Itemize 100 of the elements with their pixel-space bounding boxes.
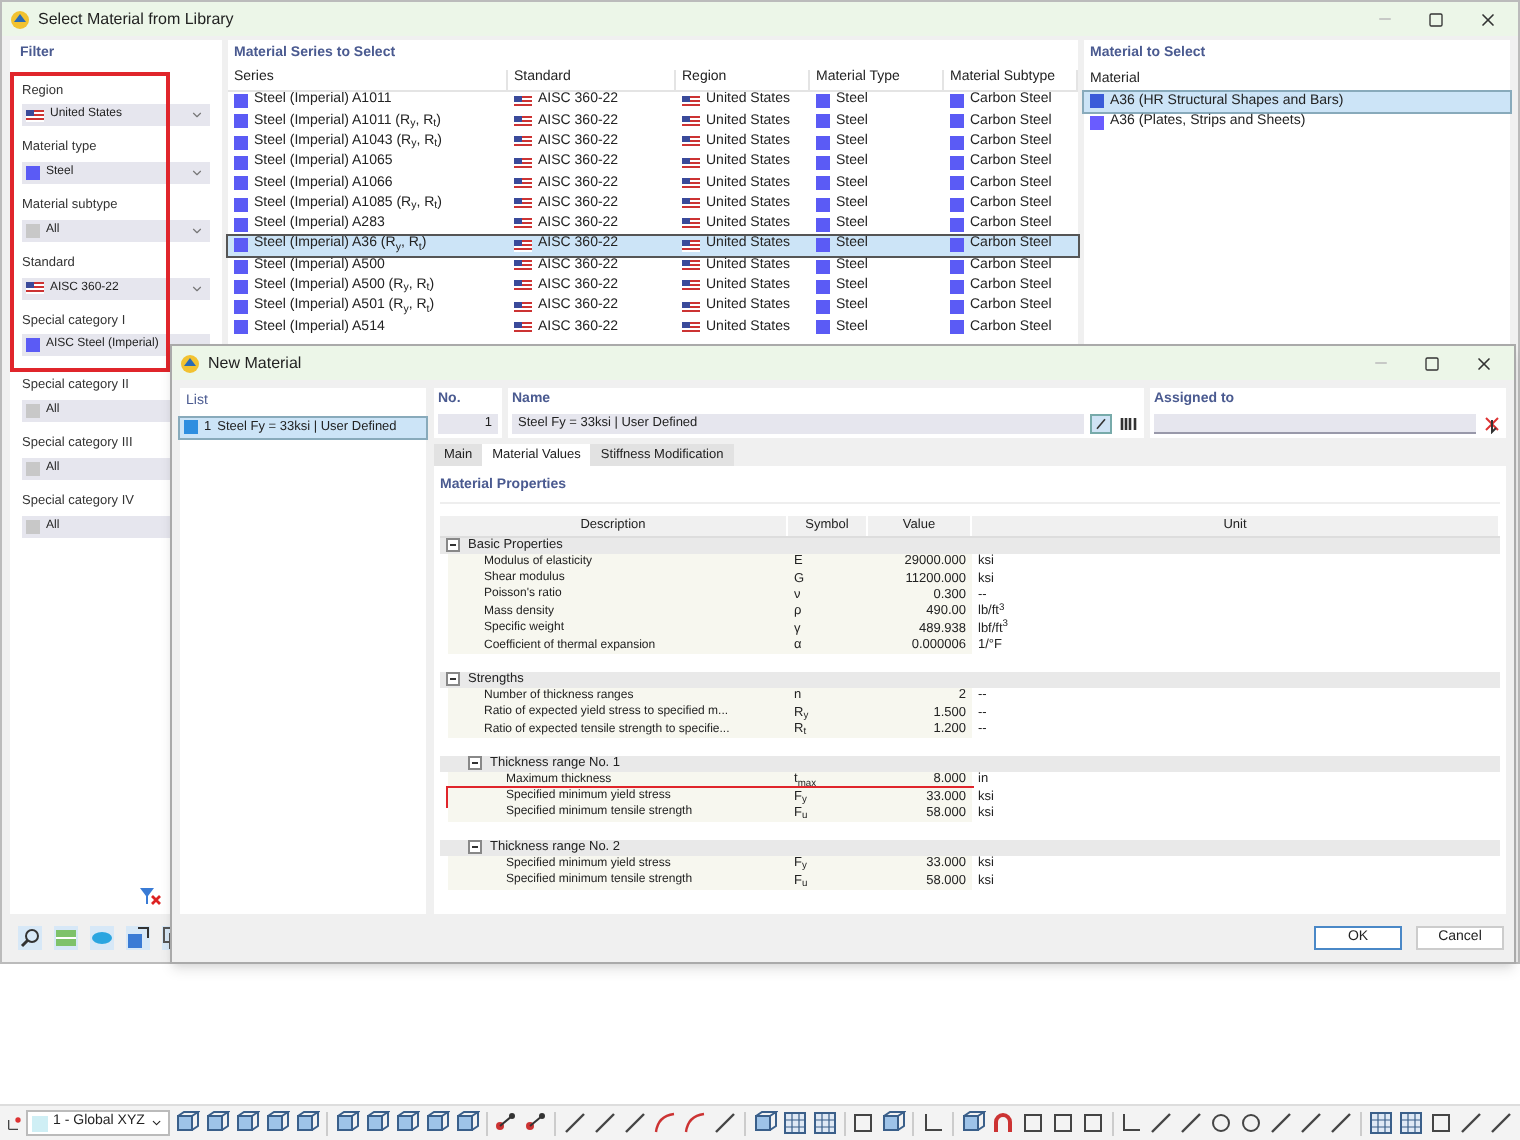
color-swatch <box>816 197 830 212</box>
color-swatch <box>234 135 248 150</box>
flag-icon <box>514 95 532 108</box>
flag-icon <box>514 177 532 190</box>
flag-icon <box>682 95 700 108</box>
node-icon[interactable] <box>492 1110 519 1136</box>
app-icon <box>180 353 200 373</box>
clear-filter-icon[interactable] <box>138 886 162 906</box>
line-icon[interactable] <box>1328 1110 1355 1136</box>
line-icon[interactable] <box>1148 1110 1175 1136</box>
square-icon[interactable] <box>1079 1110 1106 1136</box>
flag-icon <box>514 157 532 170</box>
cube-icon[interactable] <box>333 1110 360 1136</box>
cube-icon[interactable] <box>880 1110 907 1136</box>
line-icon[interactable] <box>1178 1110 1205 1136</box>
line-icon[interactable] <box>712 1110 739 1136</box>
flag-icon <box>514 280 532 293</box>
circle-icon[interactable] <box>1238 1110 1265 1136</box>
line-icon[interactable] <box>592 1110 619 1136</box>
cube-icon[interactable] <box>363 1110 390 1136</box>
color-swatch <box>816 94 830 109</box>
flag-icon <box>682 115 700 128</box>
color-swatch <box>950 238 964 253</box>
line-icon[interactable] <box>1298 1110 1325 1136</box>
square-icon[interactable] <box>1428 1110 1455 1136</box>
library-icon[interactable] <box>1118 413 1140 433</box>
cube-icon[interactable] <box>204 1110 230 1136</box>
grid-icon[interactable] <box>1368 1110 1395 1136</box>
caret-icon <box>150 1116 164 1130</box>
collapse-icon[interactable] <box>468 840 482 855</box>
axis-icon[interactable] <box>920 1110 947 1136</box>
color-swatch <box>234 156 248 171</box>
square-icon[interactable] <box>850 1110 877 1136</box>
magnet-icon[interactable] <box>989 1110 1016 1136</box>
color-swatch <box>950 279 964 294</box>
line-icon[interactable] <box>622 1110 649 1136</box>
line-icon[interactable] <box>1488 1110 1515 1136</box>
app-icon <box>10 9 30 29</box>
collapse-icon[interactable] <box>446 672 460 687</box>
cube-icon[interactable] <box>423 1110 450 1136</box>
maximize-icon[interactable] <box>1428 11 1444 27</box>
axis-icon[interactable] <box>1118 1110 1145 1136</box>
flag-icon <box>682 136 700 149</box>
collapse-icon[interactable] <box>468 756 482 771</box>
grid-icon[interactable] <box>781 1110 808 1136</box>
caret-icon <box>190 108 204 123</box>
color-swatch <box>816 217 830 232</box>
cube-icon[interactable] <box>264 1110 290 1136</box>
flag-icon <box>514 218 532 231</box>
color-swatch <box>816 300 830 315</box>
square-icon[interactable] <box>1049 1110 1076 1136</box>
window-title: Select Material from Library <box>38 7 236 31</box>
search-icon[interactable] <box>18 926 42 950</box>
line-icon[interactable] <box>1268 1110 1295 1136</box>
color-swatch <box>950 94 964 109</box>
color-swatch <box>234 94 248 109</box>
close-icon[interactable] <box>1474 353 1494 373</box>
color-swatch <box>816 238 830 253</box>
cube-icon[interactable] <box>453 1110 480 1136</box>
cube-icon[interactable] <box>959 1110 986 1136</box>
square-icon[interactable] <box>1019 1110 1046 1136</box>
cube-icon[interactable] <box>751 1110 778 1136</box>
cube-icon[interactable] <box>294 1110 320 1136</box>
flag-icon <box>682 198 700 211</box>
color-swatch <box>816 320 830 335</box>
flag-icon <box>514 198 532 211</box>
node-icon[interactable] <box>522 1110 549 1136</box>
cube-icon[interactable] <box>234 1110 260 1136</box>
color-swatch <box>950 300 964 315</box>
line-icon[interactable] <box>562 1110 589 1136</box>
cube-icon[interactable] <box>393 1110 420 1136</box>
curve-icon[interactable] <box>652 1110 679 1136</box>
flag-icon <box>682 157 700 170</box>
grid-icon[interactable] <box>1398 1110 1425 1136</box>
axes-icon[interactable] <box>6 1111 22 1135</box>
flag-icon <box>682 280 700 293</box>
flag-icon <box>682 218 700 231</box>
color-swatch <box>234 238 248 253</box>
grid-icon[interactable] <box>811 1110 838 1136</box>
color-swatch <box>950 320 964 335</box>
color-swatch <box>234 176 248 191</box>
flag-icon <box>26 282 44 294</box>
maximize-icon[interactable] <box>1424 355 1440 371</box>
color-swatch <box>816 135 830 150</box>
color-swatch <box>234 279 248 294</box>
line-icon[interactable] <box>1458 1110 1485 1136</box>
curve-icon[interactable] <box>682 1110 709 1136</box>
close-icon[interactable] <box>1478 9 1498 29</box>
circle-icon[interactable] <box>1208 1110 1235 1136</box>
cube-icon[interactable] <box>174 1110 200 1136</box>
flag-icon <box>514 260 532 273</box>
assigned-field[interactable] <box>1154 413 1476 433</box>
select-icon[interactable] <box>1482 413 1502 433</box>
export-icon[interactable] <box>126 926 150 950</box>
collapse-icon[interactable] <box>446 538 460 553</box>
color-swatch <box>816 279 830 294</box>
flag-icon <box>514 239 532 252</box>
color-swatch <box>950 197 964 212</box>
edit-icon[interactable] <box>1090 413 1112 433</box>
color-swatch <box>816 156 830 171</box>
